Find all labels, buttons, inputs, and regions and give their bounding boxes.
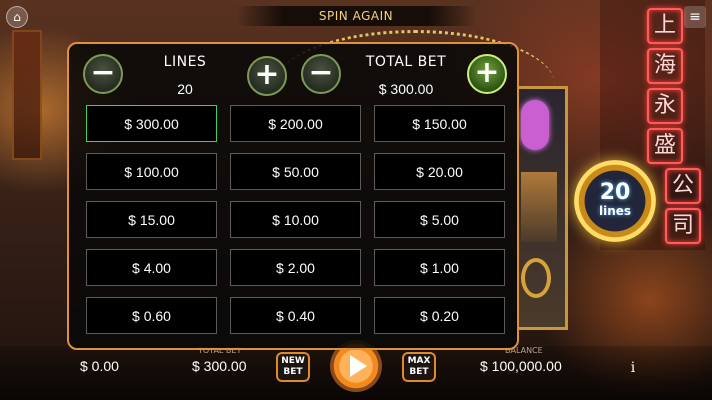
paylines-count: 20 [599,180,631,205]
lines-value: 20 [177,81,193,97]
bet-option-button[interactable]: $ 4.00 [86,249,217,286]
total-bet-decrease-button[interactable]: − [301,54,341,94]
info-icon[interactable]: i [626,360,640,376]
bet-option-button[interactable]: $ 5.00 [374,201,505,238]
spin-again-banner: SPIN AGAIN [236,6,476,26]
reel-symbol-gem [521,100,549,150]
bet-option-button[interactable]: $ 10.00 [230,201,361,238]
neon-character: 海 [647,48,683,84]
bet-option-button[interactable]: $ 0.60 [86,297,217,334]
win-value: $ 0.00 [80,358,119,374]
balance-value: $ 100,000.00 [480,358,562,374]
play-icon [350,355,367,377]
bet-option-button[interactable]: $ 100.00 [86,153,217,190]
bet-option-button[interactable]: $ 1.00 [374,249,505,286]
neon-character: 永 [647,88,683,124]
lines-label: LINES [163,54,207,70]
bet-option-button[interactable]: $ 0.40 [230,297,361,334]
bet-option-button[interactable]: $ 0.20 [374,297,505,334]
reel-symbol-gangster [521,172,557,242]
lines-decrease-button[interactable]: − [83,54,123,94]
bet-option-button[interactable]: $ 15.00 [86,201,217,238]
bet-option-button[interactable]: $ 2.00 [230,249,361,286]
reel-symbol-q [521,258,551,298]
total-bet-value: $ 300.00 [192,358,247,374]
paylines-badge: 20 lines [574,160,656,242]
shop-sign-decoration [12,30,42,160]
bet-option-button[interactable]: $ 300.00 [86,105,217,142]
bet-option-button[interactable]: $ 200.00 [230,105,361,142]
home-icon[interactable]: ⌂ [6,6,28,28]
bet-option-button[interactable]: $ 50.00 [230,153,361,190]
bet-amount-grid: $ 300.00 $ 200.00 $ 150.00 $ 100.00 $ 50.00 $… [86,105,505,334]
total-bet-label: TOTAL BET [365,54,447,70]
lines-increase-button[interactable]: + [247,56,287,96]
new-bet-button[interactable]: NEW BET [276,352,310,382]
total-bet-value: $ 300.00 [378,81,434,97]
bet-settings-panel: − LINES 20 + − TOTAL BET $ 300.00 + $ 30… [67,42,519,350]
neon-character: 上 [647,8,683,44]
neon-character: 盛 [647,128,683,164]
neon-character: 公 [665,168,701,204]
bet-option-button[interactable]: $ 20.00 [374,153,505,190]
total-bet-increase-button[interactable]: + [467,54,507,94]
paylines-word: lines [598,204,632,218]
max-bet-button[interactable]: MAX BET [402,352,436,382]
bet-option-button[interactable]: $ 150.00 [374,105,505,142]
hamburger-menu-icon[interactable]: ≡ [684,6,706,28]
neon-character: 司 [665,208,701,244]
